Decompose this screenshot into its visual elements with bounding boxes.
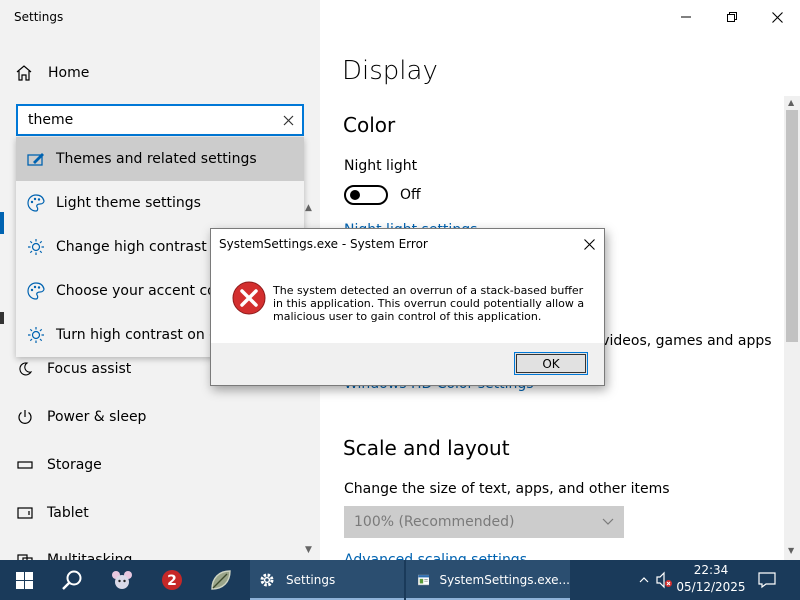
taskbar-search-button[interactable] — [48, 560, 96, 600]
selected-indicator — [0, 212, 4, 234]
nav-home[interactable]: Home — [15, 64, 89, 82]
taskbar-error-label: SystemSettings.exe... — [439, 573, 570, 587]
windows-logo-icon — [15, 571, 33, 589]
close-icon — [771, 11, 783, 23]
scroll-down-icon[interactable]: ▼ — [788, 546, 794, 555]
nav-scroll-up-icon[interactable]: ▲ — [305, 203, 312, 213]
tray-clock[interactable]: 22:34 05/12/2025 — [676, 562, 746, 596]
close-window-button[interactable] — [766, 6, 788, 28]
mouse-app-icon — [112, 571, 132, 589]
minimize-button[interactable] — [675, 6, 697, 28]
minimize-icon — [681, 16, 691, 18]
moon-icon — [16, 360, 34, 378]
volume-muted-icon — [656, 571, 672, 589]
notification-icon — [758, 572, 776, 589]
taskbar-app-red[interactable]: 2 — [148, 560, 196, 600]
dialog-close-button[interactable] — [578, 233, 600, 255]
search-input[interactable] — [18, 112, 274, 128]
error-icon — [232, 281, 266, 315]
nav-multitasking-label: Multitasking — [47, 552, 133, 560]
scale-dropdown[interactable]: 100% (Recommended) — [344, 506, 624, 538]
nav-home-label: Home — [48, 65, 90, 81]
dialog-footer: OK — [211, 343, 604, 385]
nav-power-sleep[interactable]: Power & sleep — [16, 408, 146, 426]
nav-storage[interactable]: Storage — [16, 456, 102, 474]
page-title: Display — [342, 56, 438, 86]
palette-icon — [26, 281, 46, 301]
dialog-message: The system detected an overrun of a stac… — [273, 284, 585, 323]
clear-search-button[interactable] — [274, 106, 302, 134]
red-app-icon: 2 — [162, 570, 182, 590]
maximize-button[interactable] — [721, 6, 743, 28]
ok-button[interactable]: OK — [514, 352, 588, 375]
advanced-scaling-link[interactable]: Advanced scaling settings — [344, 552, 527, 560]
nav-multitasking[interactable]: Multitasking — [16, 551, 132, 560]
suggestion-item[interactable]: Themes and related settings — [16, 137, 304, 181]
content-scrollbar[interactable]: ▲ ▼ — [784, 96, 800, 560]
close-icon — [283, 115, 293, 125]
power-icon — [16, 408, 34, 426]
suggestion-label: Choose your accent color — [56, 283, 234, 299]
taskbar-app-mouse[interactable] — [98, 560, 146, 600]
taskbar-app-leaf[interactable] — [197, 560, 245, 600]
app-title: Settings — [14, 10, 64, 24]
window-app-icon — [418, 574, 430, 586]
hdr-description: r videos, games and apps — [591, 333, 772, 349]
nav-tablet[interactable]: Tablet — [16, 504, 89, 522]
search-box — [16, 104, 304, 136]
clock-time: 22:34 — [693, 563, 729, 577]
nav-focus-assist[interactable]: Focus assist — [16, 360, 131, 378]
brightness-icon — [26, 237, 46, 257]
taskbar-settings[interactable]: Settings — [250, 560, 404, 600]
restore-icon — [727, 12, 737, 22]
pen-tablet-icon — [26, 149, 46, 169]
dialog-title: SystemSettings.exe - System Error — [219, 237, 428, 251]
svg-text:2: 2 — [167, 573, 177, 589]
tray-overflow-button[interactable] — [634, 560, 654, 600]
brightness-icon — [26, 325, 46, 345]
nav-icon-fragment — [0, 312, 4, 324]
night-light-state: Off — [400, 187, 421, 203]
night-light-toggle[interactable] — [344, 185, 388, 205]
tablet-icon — [16, 504, 34, 522]
scale-dropdown-value: 100% (Recommended) — [354, 514, 515, 530]
night-light-label: Night light — [344, 158, 418, 174]
search-icon — [62, 570, 82, 590]
start-button[interactable] — [0, 560, 48, 600]
section-title-scale: Scale and layout — [343, 436, 510, 460]
taskbar-error-window[interactable]: SystemSettings.exe... — [406, 560, 570, 600]
scrollbar-thumb[interactable] — [786, 110, 798, 342]
section-title-color: Color — [343, 113, 396, 137]
taskbar: 2 Settings SystemSettings.exe... 22:34 0… — [0, 560, 800, 600]
palette-icon — [26, 193, 46, 213]
leaf-app-icon — [211, 570, 231, 590]
chevron-down-icon — [602, 518, 614, 525]
scroll-up-icon[interactable]: ▲ — [788, 98, 794, 107]
suggestion-item[interactable]: Light theme settings — [16, 181, 304, 225]
chevron-up-icon — [639, 577, 649, 583]
gear-icon — [260, 573, 274, 587]
volume-button[interactable] — [652, 560, 676, 600]
taskbar-settings-label: Settings — [286, 573, 336, 587]
system-error-dialog: SystemSettings.exe - System Error The sy… — [210, 228, 605, 386]
nav-tablet-label: Tablet — [47, 505, 89, 521]
scale-label: Change the size of text, apps, and other… — [344, 481, 670, 497]
suggestion-label: Light theme settings — [56, 195, 201, 211]
nav-scroll-down-icon[interactable]: ▼ — [305, 545, 312, 555]
close-icon — [583, 238, 595, 250]
nav-storage-label: Storage — [47, 457, 102, 473]
nav-focus-assist-label: Focus assist — [47, 361, 132, 377]
multitasking-icon — [16, 551, 34, 560]
clock-date: 05/12/2025 — [676, 580, 746, 594]
storage-icon — [16, 456, 34, 474]
nav-power-sleep-label: Power & sleep — [47, 409, 147, 425]
action-center-button[interactable] — [752, 560, 782, 600]
suggestion-label: Themes and related settings — [56, 151, 257, 167]
home-icon — [16, 65, 32, 81]
